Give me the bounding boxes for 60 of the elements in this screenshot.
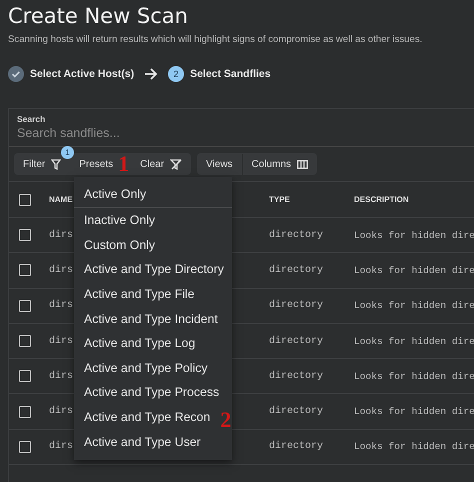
clear-button[interactable]: Clear [131,154,192,174]
menu-item[interactable]: Active and Type Recon [74,404,220,430]
table-cell: dirs [49,230,74,241]
row-checkbox[interactable] [19,406,31,418]
menu-item[interactable]: Active and Type Policy [74,356,232,380]
columns-button[interactable]: Columns [242,154,318,174]
menu-item[interactable]: Inactive Only [74,208,232,233]
table-cell: Looks for hidden dire [354,441,474,452]
menu-item[interactable]: Active and Type Directory [74,257,234,282]
arrow-icon [144,68,158,80]
table-cell: directory [269,406,324,418]
menu-item[interactable]: Active and Type Incident [74,306,232,331]
table-cell: Looks for hidden dire [354,230,474,241]
row-checkbox[interactable] [19,264,31,276]
column-header: TYPE [269,195,290,204]
menu-item[interactable]: Active and Type File [74,282,232,306]
step-label: Select Sandflies [190,68,271,80]
row-checkbox[interactable] [19,229,31,242]
table-cell: dirs [49,406,74,418]
table-cell: directory [269,230,324,241]
row-checkbox[interactable] [19,370,31,382]
table-cell: Looks for hidden dire [354,300,474,312]
step-number: 2 [168,66,184,82]
page-title: Create New Scan [7,3,189,28]
menu-item[interactable]: Active and Type Process [74,380,232,405]
table-cell: dirs [49,336,74,347]
table-cell: directory [269,336,324,347]
page-subtitle: Scanning hosts will return results which will highlight signs of compromise as well as other issues. [8,34,424,45]
table-cell: directory [269,441,324,452]
row-checkbox[interactable] [19,440,31,453]
filter-icon [51,158,62,170]
table-cell: Looks for hidden dire [354,370,474,382]
table-cell: directory [269,300,324,312]
filter-count-badge: 1 [61,146,74,159]
search-label: Search [17,114,46,124]
clear-filter-icon [170,158,182,170]
annotation-number: 2 [220,409,232,432]
table-cell: directory [269,264,324,276]
select-all-checkbox[interactable] [19,194,31,206]
step-label: Select Active Host(s) [30,68,134,80]
table-cell: directory [269,370,324,382]
table-cell: Looks for hidden dire [354,264,474,276]
menu-item[interactable]: Active and Type Log [74,330,232,356]
menu-item[interactable]: Active Only [74,180,232,208]
table-cell: dirs [49,441,74,452]
table-cell: dirs [49,300,74,312]
row-checkbox[interactable] [19,300,31,312]
column-header: DESCRIPTION [354,195,409,204]
table-cell: Looks for hidden dire [354,336,474,347]
column-header: NAME [49,195,73,204]
row-checkbox[interactable] [19,335,31,348]
table-cell: dirs [49,264,74,276]
views-button[interactable]: Views [197,154,242,174]
search-field[interactable]: Search sandflies... [17,124,466,142]
table-cell: dirs [49,370,74,382]
menu-item[interactable]: Active and Type User [74,429,232,454]
annotation-number: 1 [118,153,130,175]
columns-icon [297,160,308,168]
menu-item[interactable]: Custom Only [74,232,232,258]
table-cell: Looks for hidden dire [354,406,474,418]
